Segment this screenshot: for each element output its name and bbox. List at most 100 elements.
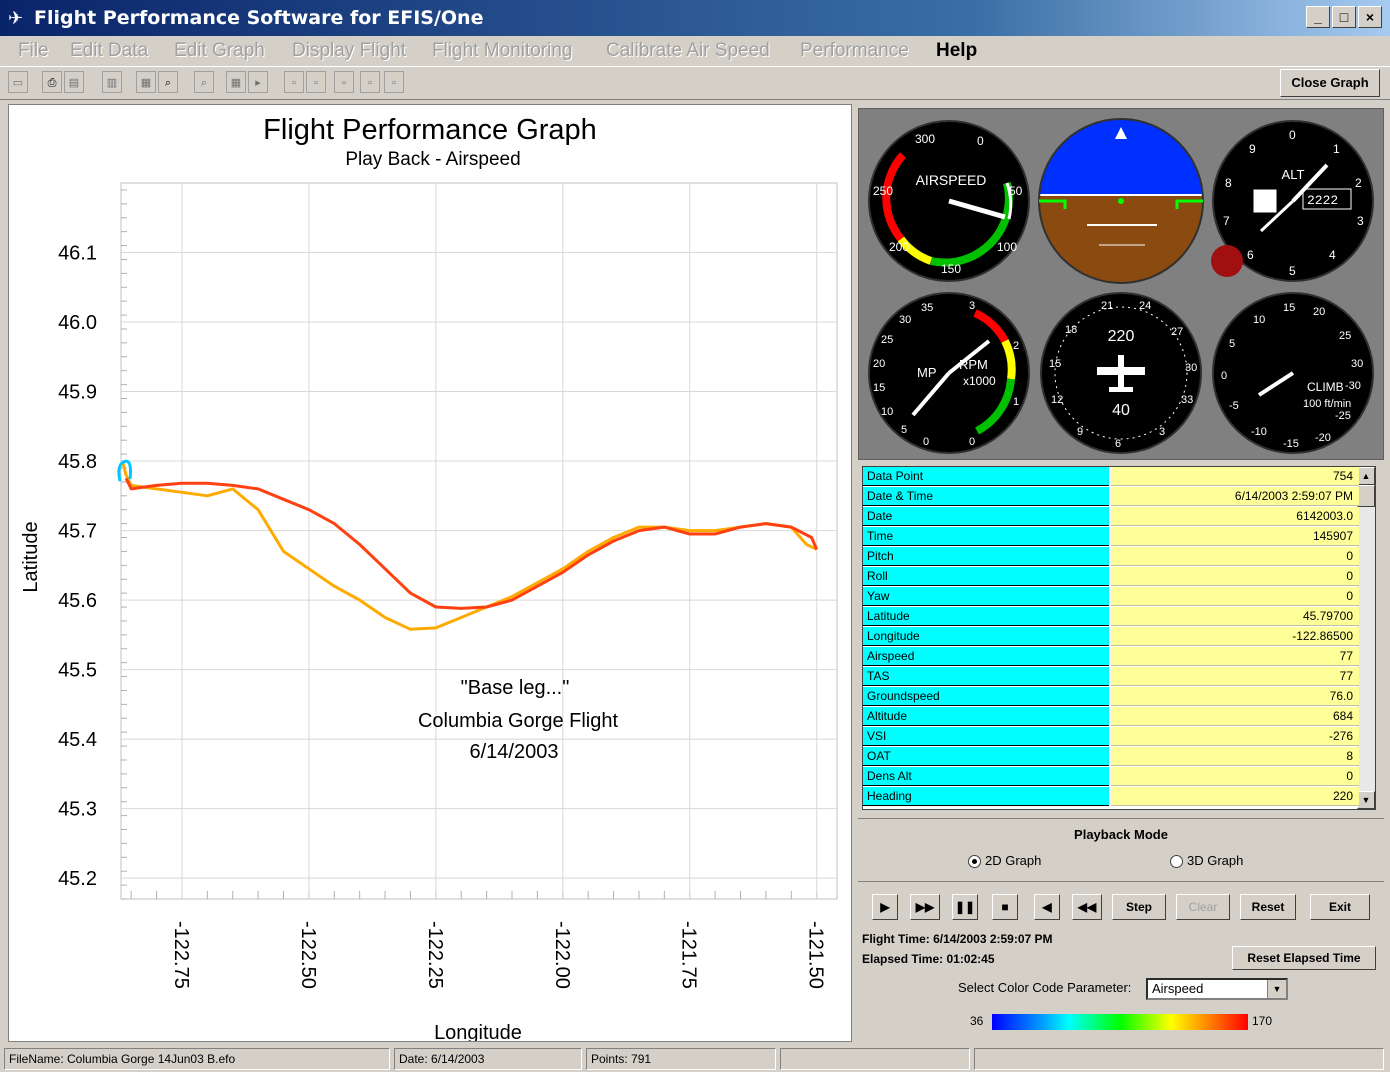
scroll-up-icon[interactable]: ▲ xyxy=(1357,467,1375,485)
table-row[interactable]: Airspeed 77 xyxy=(863,647,1359,667)
menu-edit-graph[interactable]: Edit Graph xyxy=(174,40,265,62)
x-tick-label: -122.50 xyxy=(297,921,319,989)
reset-button[interactable]: Reset xyxy=(1240,894,1296,920)
pause-button[interactable]: ❚❚ xyxy=(952,894,978,920)
toolbar: ▭ ⎙ ▤ ▥ ▦ ⌕ ⌕ ▦ ▸ ▫ ▫ ▫ ▫ ▫ Close Graph xyxy=(0,66,1390,100)
zoom-area-icon[interactable]: ▦ xyxy=(136,71,156,93)
maximize-button[interactable]: □ xyxy=(1332,6,1356,28)
menu-edit-data[interactable]: Edit Data xyxy=(70,40,148,62)
open-icon[interactable]: ▭ xyxy=(8,71,28,93)
tool-4-icon[interactable]: ▫ xyxy=(360,71,380,93)
close-window-button[interactable]: × xyxy=(1358,6,1382,28)
table-row[interactable]: VSI -276 xyxy=(863,727,1359,747)
table-row[interactable]: Date & Time 6/14/2003 2:59:07 PM xyxy=(863,487,1359,507)
rpm-tick-0: 0 xyxy=(969,436,975,448)
tool-5-icon[interactable]: ▫ xyxy=(384,71,404,93)
step-back-button[interactable]: ◀ xyxy=(1034,894,1060,920)
color-param-select[interactable]: Airspeed ▼ xyxy=(1146,978,1288,1000)
scroll-down-icon[interactable]: ▼ xyxy=(1357,791,1375,809)
table-row[interactable]: Longitude -122.86500 xyxy=(863,627,1359,647)
table-row[interactable]: Data Point 754 xyxy=(863,467,1359,487)
table-row[interactable]: Roll 0 xyxy=(863,567,1359,587)
menu-help[interactable]: Help xyxy=(936,40,977,62)
airspeed-tick-0: 0 xyxy=(977,134,984,148)
climb-tick-15: 15 xyxy=(1283,302,1295,314)
menu-flight-monitoring[interactable]: Flight Monitoring xyxy=(432,40,572,62)
radio-dot-2d[interactable] xyxy=(968,855,981,869)
table-row[interactable]: Latitude 45.79700 xyxy=(863,607,1359,627)
exit-button[interactable]: Exit xyxy=(1310,894,1370,920)
table-row[interactable]: Time 145907 xyxy=(863,527,1359,547)
table-row[interactable]: Altitude 684 xyxy=(863,707,1359,727)
heading-tick-12: 12 xyxy=(1051,394,1063,406)
radio-dot-3d[interactable] xyxy=(1170,855,1183,869)
rpm-tick-1: 1 xyxy=(1013,396,1019,408)
radio-2d-graph[interactable]: 2D Graph xyxy=(968,853,1041,869)
minimize-button[interactable]: _ xyxy=(1306,6,1330,28)
row-value: 0 xyxy=(1111,567,1359,586)
preview-icon[interactable]: ▤ xyxy=(64,71,84,93)
grid-icon[interactable]: ▥ xyxy=(102,71,122,93)
row-value: 77 xyxy=(1111,667,1359,686)
menu-file[interactable]: File xyxy=(18,40,49,62)
table-row[interactable]: TAS 77 xyxy=(863,667,1359,687)
play-button[interactable]: ▶ xyxy=(872,894,898,920)
reset-elapsed-time-button[interactable]: Reset Elapsed Time xyxy=(1232,946,1376,970)
table-row[interactable]: Date 6142003.0 xyxy=(863,507,1359,527)
flight-track-line xyxy=(121,462,818,631)
rpm-tick-3: 3 xyxy=(969,300,975,312)
rpm-tick-2: 2 xyxy=(1013,340,1019,352)
menu-performance[interactable]: Performance xyxy=(800,40,909,62)
table-icon[interactable]: ▦ xyxy=(226,71,246,93)
play-small-icon[interactable]: ▸ xyxy=(248,71,268,93)
tool-1-icon[interactable]: ▫ xyxy=(284,71,304,93)
y-tick-label: 45.2 xyxy=(58,868,97,890)
color-param-value: Airspeed xyxy=(1152,981,1204,996)
playback-controls: ▶ ▶▶ ❚❚ ■ ◀ ◀◀ Step Clear Reset Exit Fli… xyxy=(858,890,1384,1040)
radio-3d-graph[interactable]: 3D Graph xyxy=(1170,853,1243,869)
heading-indicator: 220 40 21 24 27 30 33 3 6 9 12 15 18 xyxy=(1040,292,1202,454)
row-label: Dens Alt xyxy=(863,767,1109,786)
table-row[interactable]: Heading 220 xyxy=(863,787,1359,807)
row-value: 45.79700 xyxy=(1111,607,1359,626)
zoom-icon[interactable]: ⌕ xyxy=(158,71,178,93)
rewind-button[interactable]: ◀◀ xyxy=(1072,894,1102,920)
clear-button[interactable]: Clear xyxy=(1176,894,1230,920)
menu-calibrate-air-speed[interactable]: Calibrate Air Speed xyxy=(606,40,770,62)
table-row[interactable]: Yaw 0 xyxy=(863,587,1359,607)
mp-tick-35: 35 xyxy=(921,302,933,314)
zoom-out-icon[interactable]: ⌕ xyxy=(194,71,214,93)
menu-display-flight[interactable]: Display Flight xyxy=(292,40,406,62)
table-row[interactable]: Pitch 0 xyxy=(863,547,1359,567)
close-graph-button[interactable]: Close Graph xyxy=(1280,69,1380,97)
mp-tick-30: 30 xyxy=(899,314,911,326)
print-icon[interactable]: ⎙ xyxy=(42,71,62,93)
stop-button[interactable]: ■ xyxy=(992,894,1018,920)
table-row[interactable]: Groundspeed 76.0 xyxy=(863,687,1359,707)
heading-tick-18: 18 xyxy=(1065,324,1077,336)
row-label: Airspeed xyxy=(863,647,1109,666)
table-scrollbar[interactable]: ▲ ▼ xyxy=(1357,467,1375,809)
step-button[interactable]: Step xyxy=(1112,894,1166,920)
scroll-thumb[interactable] xyxy=(1357,485,1375,507)
mp-tick-5: 5 xyxy=(901,424,907,436)
table-row[interactable]: Dens Alt 0 xyxy=(863,767,1359,787)
annotation-line-2: Columbia Gorge Flight xyxy=(418,710,619,732)
fast-forward-button[interactable]: ▶▶ xyxy=(910,894,940,920)
tool-3-icon[interactable]: ▫ xyxy=(334,71,354,93)
airspeed-tick-200: 200 xyxy=(889,240,909,254)
row-value: -122.86500 xyxy=(1111,627,1359,646)
table-row[interactable]: OAT 8 xyxy=(863,747,1359,767)
alt-tick-9: 9 xyxy=(1249,142,1256,156)
chevron-down-icon[interactable]: ▼ xyxy=(1267,980,1286,998)
tool-2-icon[interactable]: ▫ xyxy=(306,71,326,93)
row-value: 0 xyxy=(1111,547,1359,566)
alt-tick-1: 1 xyxy=(1333,142,1340,156)
elapsed-time: Elapsed Time: 01:02:45 xyxy=(862,952,995,966)
row-label: Date xyxy=(863,507,1109,526)
heading-tick-27: 27 xyxy=(1171,326,1183,338)
status-panel-4 xyxy=(780,1048,970,1070)
y-tick-label: 45.7 xyxy=(58,521,97,543)
row-value: 754 xyxy=(1111,467,1359,486)
row-label: Date & Time xyxy=(863,487,1109,506)
